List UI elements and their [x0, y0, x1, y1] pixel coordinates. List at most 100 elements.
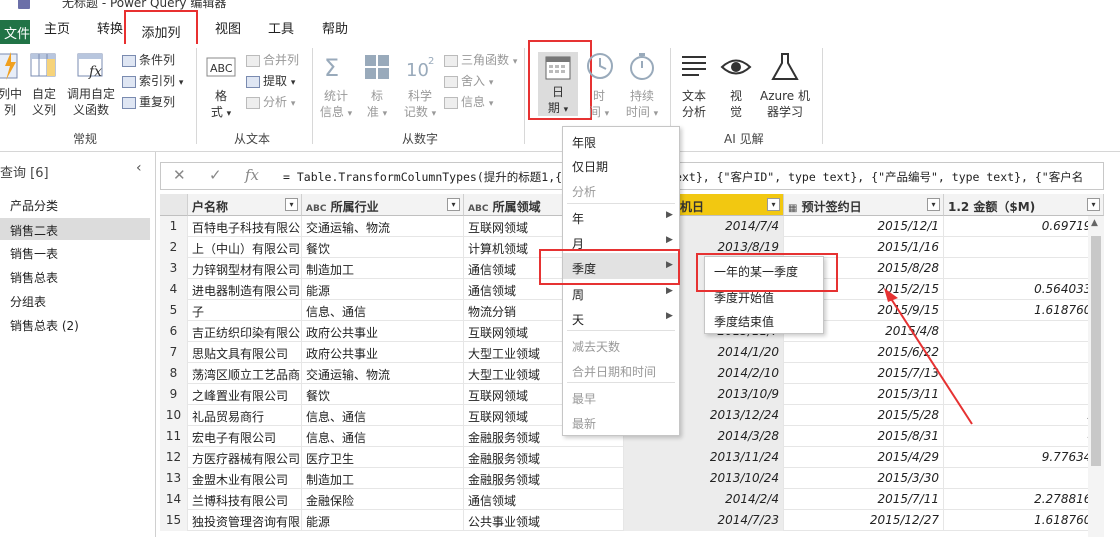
table-cell[interactable]: 交通运输、物流	[302, 216, 464, 237]
table-row[interactable]: 13 金盟木业有限公司 制造加工 金融服务领域 2013/10/24 2015/3/30	[160, 468, 1104, 489]
filter-dropdown-icon[interactable]: ▾	[927, 198, 940, 211]
table-cell[interactable]: 子	[188, 300, 302, 321]
cancel-icon[interactable]: ✕	[173, 166, 186, 184]
table-cell[interactable]: 2.	[944, 405, 1104, 426]
conditional-column-button[interactable]: 条件列	[122, 50, 175, 70]
table-cell[interactable]: 交通运输、物流	[302, 363, 464, 384]
extract-button[interactable]: 提取 ▾	[246, 71, 295, 91]
table-cell[interactable]: 8	[944, 363, 1104, 384]
table-cell[interactable]: 信息、通信	[302, 426, 464, 447]
table-cell[interactable]: 餐饮	[302, 237, 464, 258]
tab-help[interactable]: 帮助	[322, 18, 348, 37]
filter-dropdown-icon[interactable]: ▾	[767, 198, 780, 211]
column-header[interactable]: 户名称 ▾	[188, 194, 302, 216]
formula-input[interactable]: = Table.TransformColumnTypes(提升的标题1,{{"客…	[283, 169, 1083, 185]
tab-transform[interactable]: 转换	[97, 18, 123, 37]
date-type-icon[interactable]: ▦	[788, 203, 797, 214]
table-cell[interactable]: 医疗卫生	[302, 447, 464, 468]
query-item[interactable]: 产品分类	[10, 197, 58, 214]
table-cell[interactable]: 0.697192	[944, 216, 1104, 237]
format-button[interactable]: ABC 格 式 ▾	[202, 52, 240, 122]
table-cell[interactable]: 2013/11/24	[624, 447, 784, 468]
filter-dropdown-icon[interactable]: ▾	[1087, 198, 1100, 211]
menu-item-week[interactable]: 周 ▶	[572, 286, 674, 303]
table-cell[interactable]: 上（中山）有限公司	[188, 237, 302, 258]
menu-item-subtract-days[interactable]: 减去天数	[572, 338, 620, 355]
tab-file[interactable]: 文件	[0, 20, 30, 44]
text-type-icon[interactable]: ABC	[468, 204, 488, 214]
menu-item-date-only[interactable]: 仅日期	[572, 158, 608, 175]
table-cell[interactable]: 公共事业领域	[464, 510, 624, 531]
table-cell[interactable]: 宏电子有限公司	[188, 426, 302, 447]
table-cell[interactable]: 兰博科技有限公司	[188, 489, 302, 510]
menu-item-combine-date-time[interactable]: 合并日期和时间	[572, 363, 656, 380]
date-button[interactable]: 日 期 ▾	[538, 52, 578, 116]
time-button[interactable]: 时 间 ▾	[586, 52, 613, 122]
table-cell[interactable]: 1	[944, 321, 1104, 342]
table-cell[interactable]: 2014/2/4	[624, 489, 784, 510]
duplicate-column-button[interactable]: 重复列	[122, 92, 175, 112]
menu-item-latest[interactable]: 最新	[572, 415, 596, 432]
text-type-icon[interactable]: ABC	[306, 204, 326, 214]
table-cell[interactable]: 2015/8/31	[784, 426, 944, 447]
information-button[interactable]: 信息 ▾	[444, 92, 493, 112]
column-header[interactable]: 1.2 金额（$M) ▾	[944, 194, 1104, 216]
fx-icon[interactable]: fx	[245, 166, 259, 184]
table-cell[interactable]: 金融保险	[302, 489, 464, 510]
table-cell[interactable]: 2015/7/13	[784, 363, 944, 384]
index-column-button[interactable]: 索引列 ▾	[122, 71, 183, 91]
text-analytics-button[interactable]: 文本 分析	[674, 52, 714, 120]
query-item[interactable]: 分组表	[10, 293, 46, 310]
menu-item-parse[interactable]: 分析	[572, 183, 596, 200]
table-cell[interactable]: 2015/12/1	[784, 216, 944, 237]
statistics-button[interactable]: Σ 统计 信息 ▾	[318, 52, 354, 122]
custom-column-button[interactable]: 自定 义列	[28, 50, 60, 118]
table-cell[interactable]: 力锌钢型材有限公司	[188, 258, 302, 279]
table-cell[interactable]: 2015/3/11	[784, 384, 944, 405]
table-cell[interactable]: 2015/7/11	[784, 489, 944, 510]
scientific-button[interactable]: 10 2 科学 记数 ▾	[400, 52, 440, 122]
table-cell[interactable]: 通信领域	[464, 489, 624, 510]
table-row[interactable]: 14 兰博科技有限公司 金融保险 通信领域 2014/2/4 2015/7/11 2.278…	[160, 489, 1104, 510]
table-cell[interactable]: 2013/10/24	[624, 468, 784, 489]
rounding-button[interactable]: 舍入 ▾	[444, 71, 493, 91]
tab-home[interactable]: 主页	[44, 18, 70, 37]
table-cell[interactable]: 政府公共事业	[302, 321, 464, 342]
table-cell[interactable]: 制造加工	[302, 468, 464, 489]
tab-view[interactable]: 视图	[215, 18, 241, 37]
table-cell[interactable]: 能源	[302, 279, 464, 300]
table-cell[interactable]: 独投资管理咨询有限...	[188, 510, 302, 531]
table-cell[interactable]	[944, 468, 1104, 489]
table-cell[interactable]: 0	[944, 384, 1104, 405]
parse-button[interactable]: 分析 ▾	[246, 92, 295, 112]
standard-button[interactable]: 标 准 ▾	[360, 52, 394, 122]
scroll-up-icon[interactable]: ▲	[1091, 218, 1098, 228]
invoke-custom-function-button[interactable]: fx 调用自定 义函数	[64, 50, 118, 118]
azure-ml-button[interactable]: Azure 机 器学习	[758, 52, 812, 120]
table-cell[interactable]: 荡湾区顺立工艺品商...	[188, 363, 302, 384]
table-cell[interactable]: 2.2788165	[944, 489, 1104, 510]
table-cell[interactable]: 金融服务领域	[464, 447, 624, 468]
query-item[interactable]: 销售一表	[10, 245, 58, 262]
table-cell[interactable]: 政府公共事业	[302, 342, 464, 363]
table-cell[interactable]: 2015/3/30	[784, 468, 944, 489]
confirm-icon[interactable]: ✓	[209, 166, 222, 184]
table-cell[interactable]: 制造加工	[302, 258, 464, 279]
table-cell[interactable]: 金盟木业有限公司	[188, 468, 302, 489]
table-row[interactable]: 15 独投资管理咨询有限... 能源 公共事业领域 2014/7/23 2015/12/2…	[160, 510, 1104, 531]
table-cell[interactable]: 4.	[944, 426, 1104, 447]
table-cell[interactable]: 礼品贸易商行	[188, 405, 302, 426]
table-cell[interactable]: 能源	[302, 510, 464, 531]
table-cell[interactable]: 2015/4/29	[784, 447, 944, 468]
table-cell[interactable]: 1.6187608	[944, 510, 1104, 531]
query-item[interactable]: 销售总表 (2)	[10, 317, 79, 334]
trigonometry-button[interactable]: 三角函数 ▾	[444, 50, 517, 70]
filter-dropdown-icon[interactable]: ▾	[285, 198, 298, 211]
table-cell[interactable]: 餐饮	[302, 384, 464, 405]
table-cell[interactable]: 百特电子科技有限公司	[188, 216, 302, 237]
table-cell[interactable]: 信息、通信	[302, 300, 464, 321]
table-cell[interactable]: 0	[944, 237, 1104, 258]
filter-dropdown-icon[interactable]: ▾	[447, 198, 460, 211]
table-cell[interactable]: 9.776343	[944, 447, 1104, 468]
merge-columns-button[interactable]: 合并列	[246, 50, 299, 70]
